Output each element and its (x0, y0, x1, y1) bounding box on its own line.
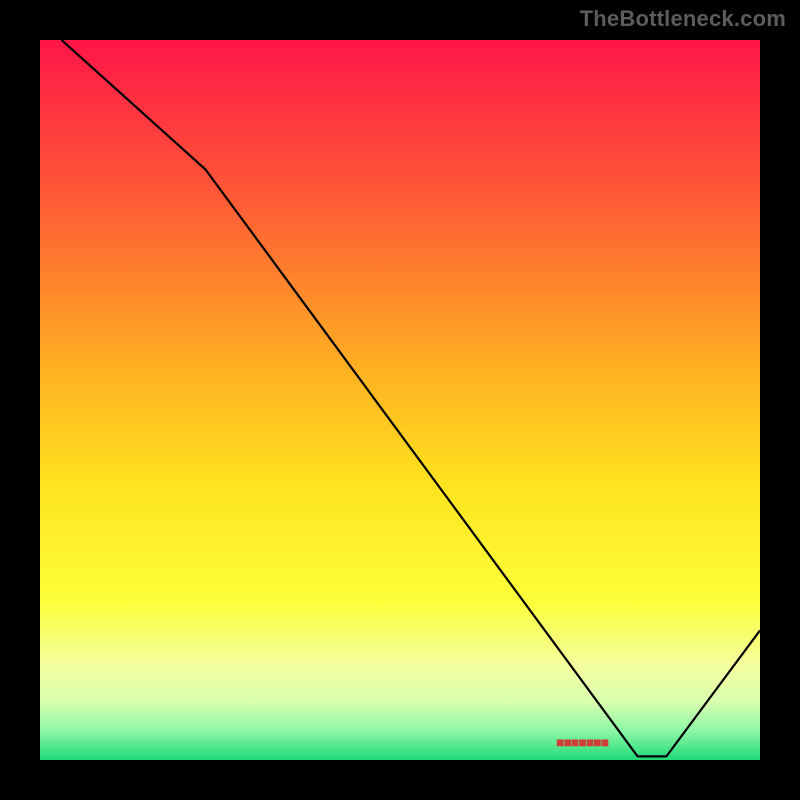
minimum-annotation-label: ■■■■■■■ (556, 734, 608, 750)
bottleneck-curve-line (40, 40, 760, 760)
plot-area: ■■■■■■■ (40, 40, 760, 760)
watermark-label: TheBottleneck.com (580, 6, 786, 32)
chart-canvas: TheBottleneck.com ■■■■■■■ (0, 0, 800, 800)
curve-polyline (62, 40, 760, 756)
